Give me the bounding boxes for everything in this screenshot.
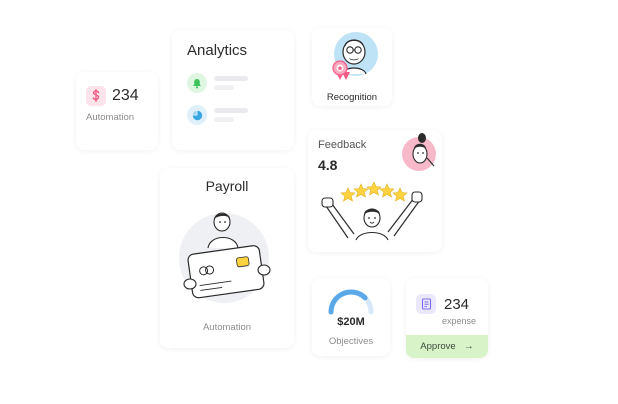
recognition-illustration bbox=[332, 32, 378, 80]
automation-value: 234 bbox=[112, 87, 139, 104]
cheering-illustration bbox=[321, 181, 423, 241]
automation-card[interactable]: 234 Automation bbox=[76, 72, 158, 150]
automation-label: Automation bbox=[86, 112, 135, 123]
recognition-label: Recognition bbox=[326, 92, 378, 103]
dollar-icon bbox=[86, 86, 106, 106]
expense-label: expense bbox=[442, 316, 477, 326]
feedback-card[interactable]: Feedback 4.8 bbox=[308, 130, 442, 252]
analytics-row bbox=[187, 73, 248, 93]
objectives-gauge bbox=[328, 289, 374, 315]
bell-icon bbox=[187, 73, 207, 93]
payroll-title: Payroll bbox=[205, 178, 249, 194]
analytics-row bbox=[187, 105, 248, 125]
receipt-icon bbox=[416, 294, 436, 314]
feedback-score: 4.8 bbox=[318, 157, 338, 173]
payroll-illustration bbox=[179, 212, 271, 303]
pie-chart-icon bbox=[187, 105, 207, 125]
expense-value: 234 bbox=[444, 295, 470, 313]
objectives-amount: $20M bbox=[337, 316, 365, 328]
payroll-card[interactable]: Payroll Automation bbox=[160, 168, 294, 348]
payroll-label: Automation bbox=[202, 322, 252, 333]
feedback-title: Feedback bbox=[318, 139, 367, 151]
approve-label: Approve bbox=[420, 341, 456, 352]
arrow-right-icon: → bbox=[463, 341, 474, 352]
objectives-label: Objectives bbox=[328, 336, 374, 347]
approve-button[interactable]: Approve → bbox=[406, 335, 488, 358]
star-icon bbox=[340, 181, 408, 202]
recognition-card[interactable]: Recognition bbox=[312, 28, 392, 106]
objectives-card[interactable]: $20M Objectives bbox=[312, 278, 390, 356]
expense-card[interactable]: 234 expense Approve → bbox=[406, 278, 488, 358]
analytics-title: Analytics bbox=[187, 42, 248, 59]
analytics-card[interactable]: Analytics bbox=[172, 30, 294, 150]
avatar bbox=[402, 133, 436, 171]
